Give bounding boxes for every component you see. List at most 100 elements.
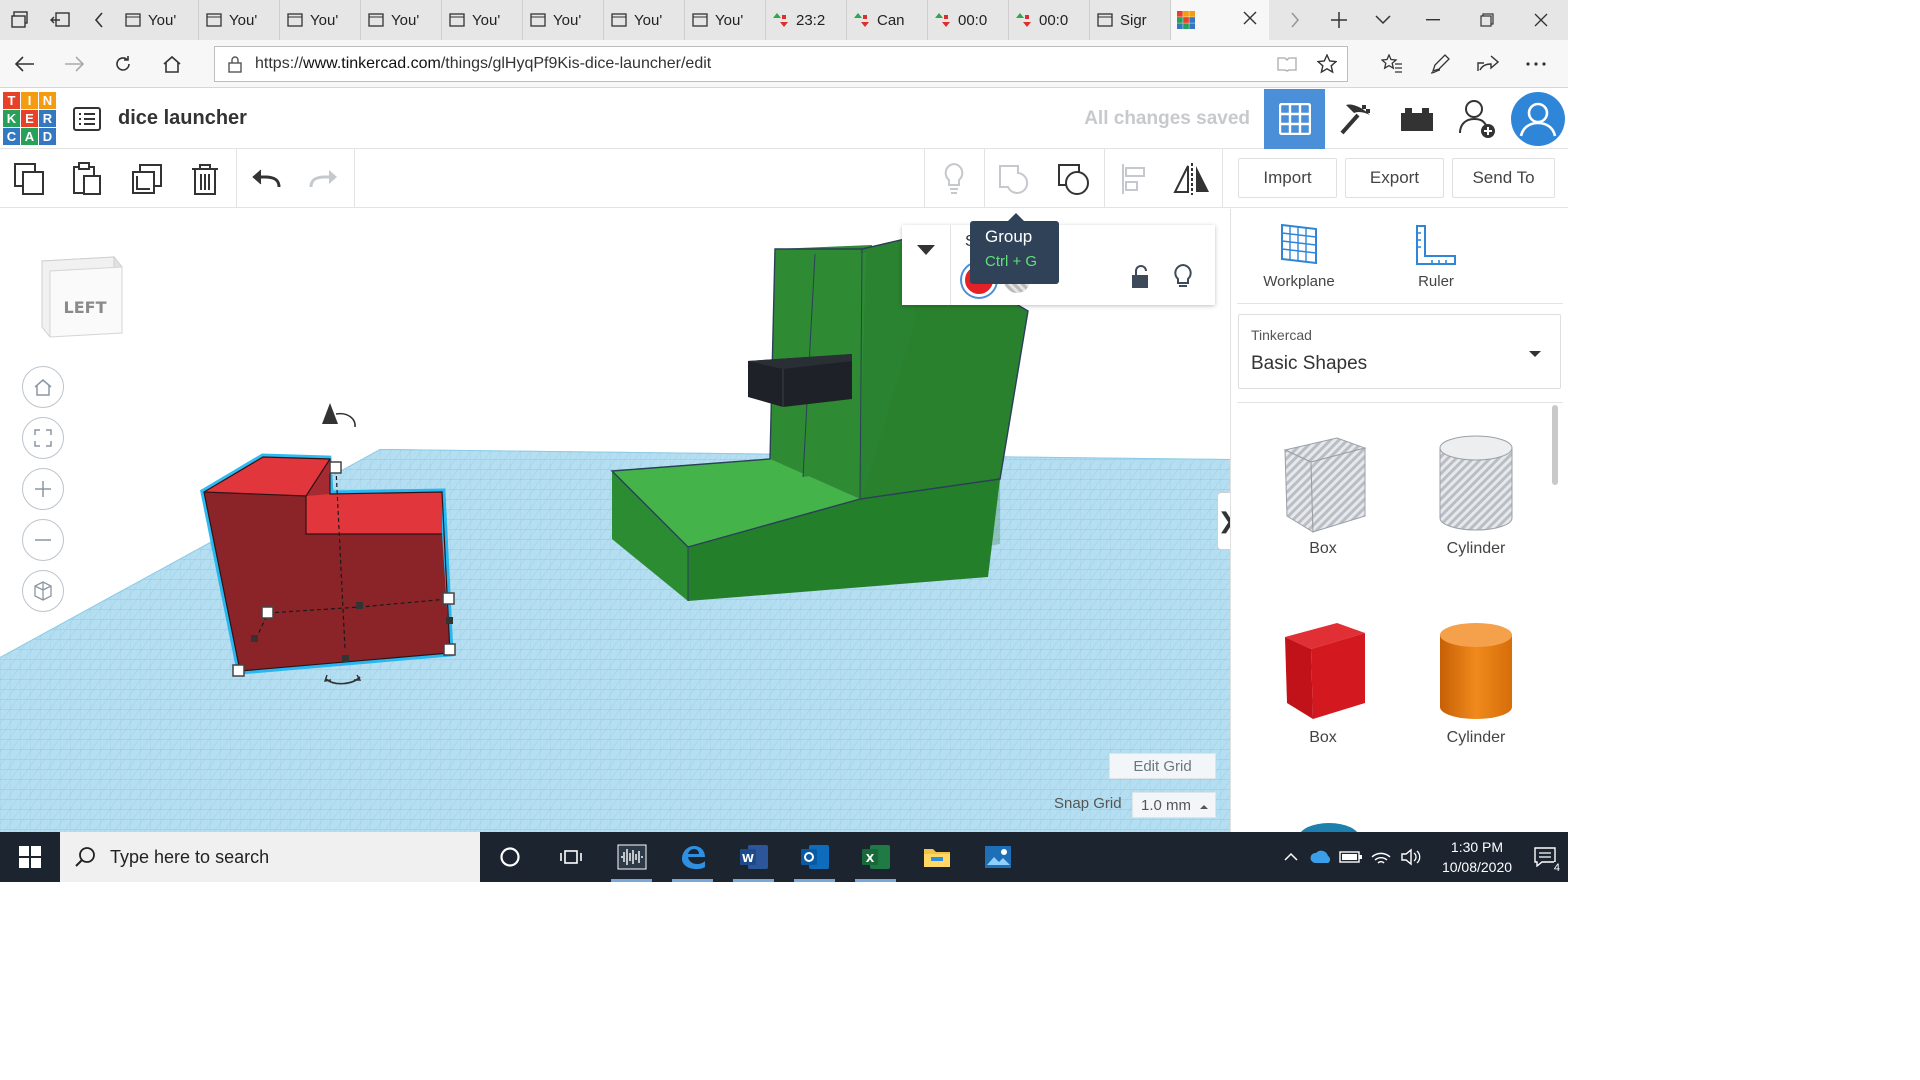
wifi-icon[interactable] [1366,848,1396,866]
share-icon[interactable] [1464,40,1512,88]
browser-tab[interactable]: 00:0 [928,0,1009,40]
align-icon[interactable] [1105,149,1163,208]
reading-view-icon[interactable] [1267,56,1307,72]
fit-view-icon[interactable] [22,417,64,459]
snap-grid-select[interactable]: 1.0 mm [1132,792,1216,818]
tab-scroll-right-icon[interactable] [1275,0,1315,40]
battery-icon[interactable] [1336,850,1366,864]
task-view-icon[interactable] [540,832,601,882]
favorite-star-icon[interactable] [1307,53,1347,74]
action-center-icon[interactable]: 4 [1522,832,1568,882]
mirror-icon[interactable] [1163,149,1221,208]
import-button[interactable]: Import [1238,158,1337,198]
browser-tab[interactable]: Sigr [1090,0,1171,40]
design-title[interactable]: dice launcher [118,107,247,130]
browser-tab[interactable]: You' [442,0,523,40]
notes-pen-icon[interactable] [1416,40,1464,88]
browser-tab[interactable]: Can [847,0,928,40]
forward-icon[interactable] [49,40,98,88]
collapse-caret-icon[interactable] [916,243,936,261]
windows-start-icon[interactable] [0,832,60,882]
tab-list-chevron-down-icon[interactable] [1363,0,1403,40]
design-list-icon[interactable] [72,104,102,134]
tinkercad-logo[interactable]: T I N K E R C A D [3,92,56,145]
minimize-window-icon[interactable] [1406,0,1460,40]
hide-lightbulb-icon[interactable] [1172,263,1194,294]
3d-design-view-button[interactable] [1264,88,1325,149]
cortana-icon[interactable] [480,832,540,882]
close-tab-icon[interactable] [1243,11,1257,29]
panel-scrollbar[interactable] [1552,405,1558,485]
outlook-app-icon[interactable] [784,832,845,882]
shape-box-solid[interactable]: Box [1263,619,1383,747]
new-tab-icon[interactable] [1319,0,1359,40]
zoom-out-icon[interactable] [22,519,64,561]
3d-workspace[interactable]: LEFT S Group Ctrl [0,209,1230,832]
unlock-icon[interactable] [1130,265,1150,294]
more-menu-icon[interactable] [1512,40,1560,88]
shape-cylinder-solid[interactable]: Cylinder [1416,619,1536,747]
bricks-view-button[interactable] [1386,89,1447,149]
edge-browser-icon[interactable] [662,832,723,882]
photos-app-icon[interactable] [967,832,1028,882]
home-view-icon[interactable] [22,366,64,408]
taskbar-search-input[interactable]: Type here to search [60,832,480,882]
favorites-icon[interactable] [1368,40,1416,88]
avatar[interactable] [1508,89,1568,149]
url-field[interactable]: https://www.tinkercad.com/things/glHyqPf… [214,45,1348,82]
export-button[interactable]: Export [1345,158,1444,198]
shape-library-select[interactable]: Tinkercad Basic Shapes [1238,314,1561,389]
browser-tab[interactable]: You' [604,0,685,40]
browser-tab-active[interactable] [1171,0,1269,40]
copy-icon[interactable] [0,149,58,208]
delete-trash-icon[interactable] [176,149,234,208]
volume-icon[interactable] [1396,848,1426,866]
zoom-in-icon[interactable] [22,468,64,510]
browser-tab[interactable]: You' [199,0,280,40]
blocks-pickaxe-button[interactable] [1325,89,1386,149]
duplicate-icon[interactable] [118,149,176,208]
ungroup-icon[interactable] [1045,149,1103,208]
undo-icon[interactable] [237,149,295,208]
workplane-tool[interactable]: Workplane [1239,223,1359,290]
browser-tab-label: You' [391,11,420,29]
shape-box-hole[interactable]: Box [1263,434,1383,558]
onedrive-cloud-icon[interactable] [1306,849,1336,865]
ruler-tool[interactable]: Ruler [1376,223,1496,290]
set-aside-tabs-icon[interactable] [40,0,80,40]
browser-tab[interactable]: You' [685,0,766,40]
toggle-panel-chevron-icon[interactable]: ❯ [1217,492,1230,550]
tab-scroll-left-icon[interactable] [80,0,118,40]
browser-tab[interactable]: You' [523,0,604,40]
back-icon[interactable] [0,40,49,88]
file-explorer-icon[interactable] [906,832,967,882]
browser-tab[interactable]: 00:0 [1009,0,1090,40]
add-user-icon[interactable] [1447,89,1508,149]
redo-icon[interactable] [295,149,353,208]
word-app-icon[interactable]: W [723,832,784,882]
paste-icon[interactable] [58,149,116,208]
selected-red-shape[interactable] [200,453,454,675]
voice-recorder-app-icon[interactable] [601,832,662,882]
excel-app-icon[interactable]: X [845,832,906,882]
restore-window-icon[interactable] [1460,0,1514,40]
browser-tab[interactable]: You' [280,0,361,40]
show-hidden-icons-chevron-icon[interactable] [1276,852,1306,862]
close-window-icon[interactable] [1514,0,1568,40]
home-icon[interactable] [147,40,196,88]
browser-tab[interactable]: You' [118,0,199,40]
notes-lightbulb-icon[interactable] [925,149,983,208]
tab-actions-icon[interactable] [0,0,40,40]
send-to-button[interactable]: Send To [1452,158,1555,198]
view-cube[interactable]: LEFT [36,249,128,345]
shape-cylinder-hole[interactable]: Cylinder [1416,434,1536,558]
browser-tab[interactable]: You' [361,0,442,40]
taskbar-clock[interactable]: 1:30 PM 10/08/2020 [1432,837,1522,877]
group-icon[interactable] [985,149,1043,208]
page-icon [691,11,709,29]
refresh-icon[interactable] [98,40,147,88]
edit-grid-button[interactable]: Edit Grid [1109,753,1216,779]
shape-partial[interactable] [1263,817,1383,832]
browser-tab[interactable]: 23:2 [766,0,847,40]
perspective-icon[interactable] [22,570,64,612]
